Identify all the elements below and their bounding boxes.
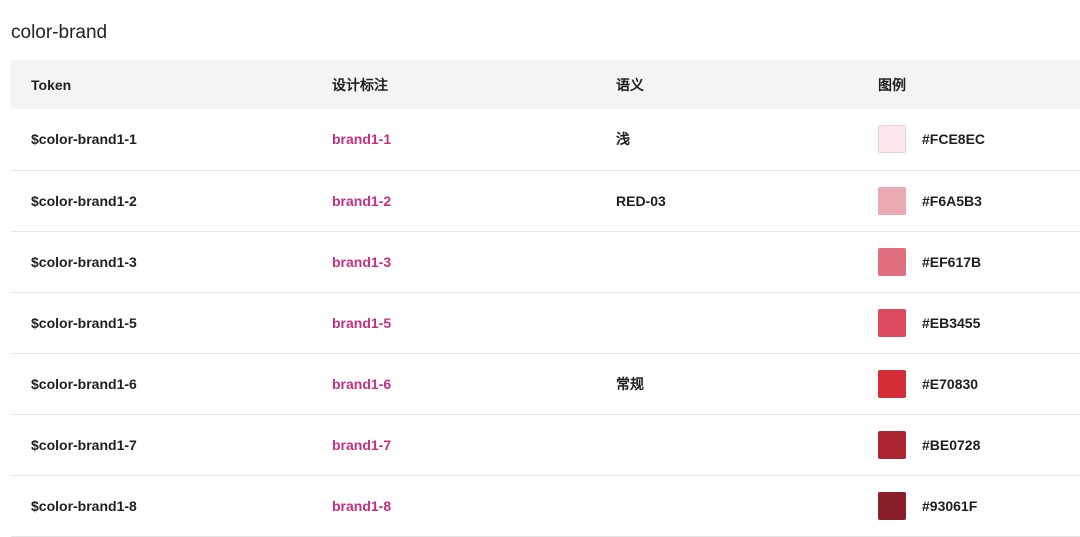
- legend: #FCE8EC: [878, 125, 1080, 154]
- header-design-mark: 设计标注: [332, 76, 388, 93]
- semantic-cell: 常规: [616, 375, 644, 392]
- color-token-table: Token 设计标注 语义 图例 $color-brand1-1 brand1-…: [11, 60, 1080, 537]
- table-row: $color-brand1-6 brand1-6 常规 #E70830: [11, 353, 1080, 414]
- design-mark-label: brand1-6: [332, 375, 392, 392]
- header-legend: 图例: [878, 76, 906, 93]
- design-mark-cell: brand1-2: [332, 170, 616, 231]
- legend: #EF617B: [878, 247, 1080, 276]
- design-mark-cell: brand1-7: [332, 414, 616, 475]
- design-mark-cell: brand1-6: [332, 353, 616, 414]
- token-cell: $color-brand1-6: [31, 375, 137, 392]
- legend-cell: #EF617B: [878, 231, 1080, 292]
- token-cell: $color-brand1-5: [31, 314, 137, 331]
- color-swatch: [878, 186, 906, 215]
- design-mark-cell: brand1-8: [332, 475, 616, 536]
- legend-cell: #BE0728: [878, 414, 1080, 475]
- table-row: $color-brand1-8 brand1-8 #93061F: [11, 475, 1080, 536]
- table-row: $color-brand1-1 brand1-1 浅 #FCE8EC: [11, 109, 1080, 170]
- design-mark-label: brand1-7: [332, 436, 392, 453]
- design-mark-label: brand1-8: [332, 497, 392, 514]
- design-mark-label: brand1-3: [332, 253, 392, 270]
- color-swatch: [878, 247, 906, 276]
- header-token: Token: [31, 76, 72, 93]
- legend: #BE0728: [878, 430, 1080, 459]
- design-mark-label: brand1-5: [332, 314, 392, 331]
- color-swatch: [878, 308, 906, 337]
- color-swatch: [878, 125, 906, 154]
- semantic-cell: 浅: [616, 131, 630, 148]
- color-swatch: [878, 430, 906, 459]
- table-header-row: Token 设计标注 语义 图例: [11, 60, 1080, 109]
- legend-cell: #E70830: [878, 353, 1080, 414]
- semantic-cell: [616, 475, 878, 536]
- token-cell: $color-brand1-1: [31, 131, 137, 148]
- hex-value: #BE0728: [922, 436, 981, 453]
- legend-cell: #FCE8EC: [878, 109, 1080, 170]
- semantic-cell: [616, 414, 878, 475]
- table-row: $color-brand1-5 brand1-5 #EB3455: [11, 292, 1080, 353]
- legend-cell: #F6A5B3: [878, 170, 1080, 231]
- hex-value: #F6A5B3: [922, 192, 982, 209]
- semantic-cell: RED-03: [616, 192, 666, 209]
- hex-value: #EF617B: [922, 253, 982, 270]
- hex-value: #E70830: [922, 375, 979, 392]
- legend: #E70830: [878, 369, 1080, 398]
- design-mark-cell: brand1-5: [332, 292, 616, 353]
- color-swatch: [878, 369, 906, 398]
- token-cell: $color-brand1-3: [31, 253, 137, 270]
- legend: #93061F: [878, 491, 1080, 520]
- table-row: $color-brand1-7 brand1-7 #BE0728: [11, 414, 1080, 475]
- token-cell: $color-brand1-8: [31, 497, 137, 514]
- semantic-cell: [616, 231, 878, 292]
- token-cell: $color-brand1-7: [31, 436, 137, 453]
- hex-value: #93061F: [922, 497, 978, 514]
- design-mark-label: brand1-2: [332, 192, 392, 209]
- table-row: $color-brand1-2 brand1-2 RED-03 #F6A5B3: [11, 170, 1080, 231]
- hex-value: #EB3455: [922, 314, 981, 331]
- table-row: $color-brand1-3 brand1-3 #EF617B: [11, 231, 1080, 292]
- header-semantic: 语义: [616, 76, 644, 93]
- token-cell: $color-brand1-2: [31, 192, 137, 209]
- section-title: color-brand: [11, 22, 108, 43]
- legend: #F6A5B3: [878, 186, 1080, 215]
- legend-cell: #EB3455: [878, 292, 1080, 353]
- design-mark-label: brand1-1: [332, 131, 392, 148]
- hex-value: #FCE8EC: [922, 131, 986, 148]
- design-mark-cell: brand1-1: [332, 109, 616, 170]
- design-mark-cell: brand1-3: [332, 231, 616, 292]
- legend: #EB3455: [878, 308, 1080, 337]
- color-swatch: [878, 491, 906, 520]
- legend-cell: #93061F: [878, 475, 1080, 536]
- semantic-cell: [616, 292, 878, 353]
